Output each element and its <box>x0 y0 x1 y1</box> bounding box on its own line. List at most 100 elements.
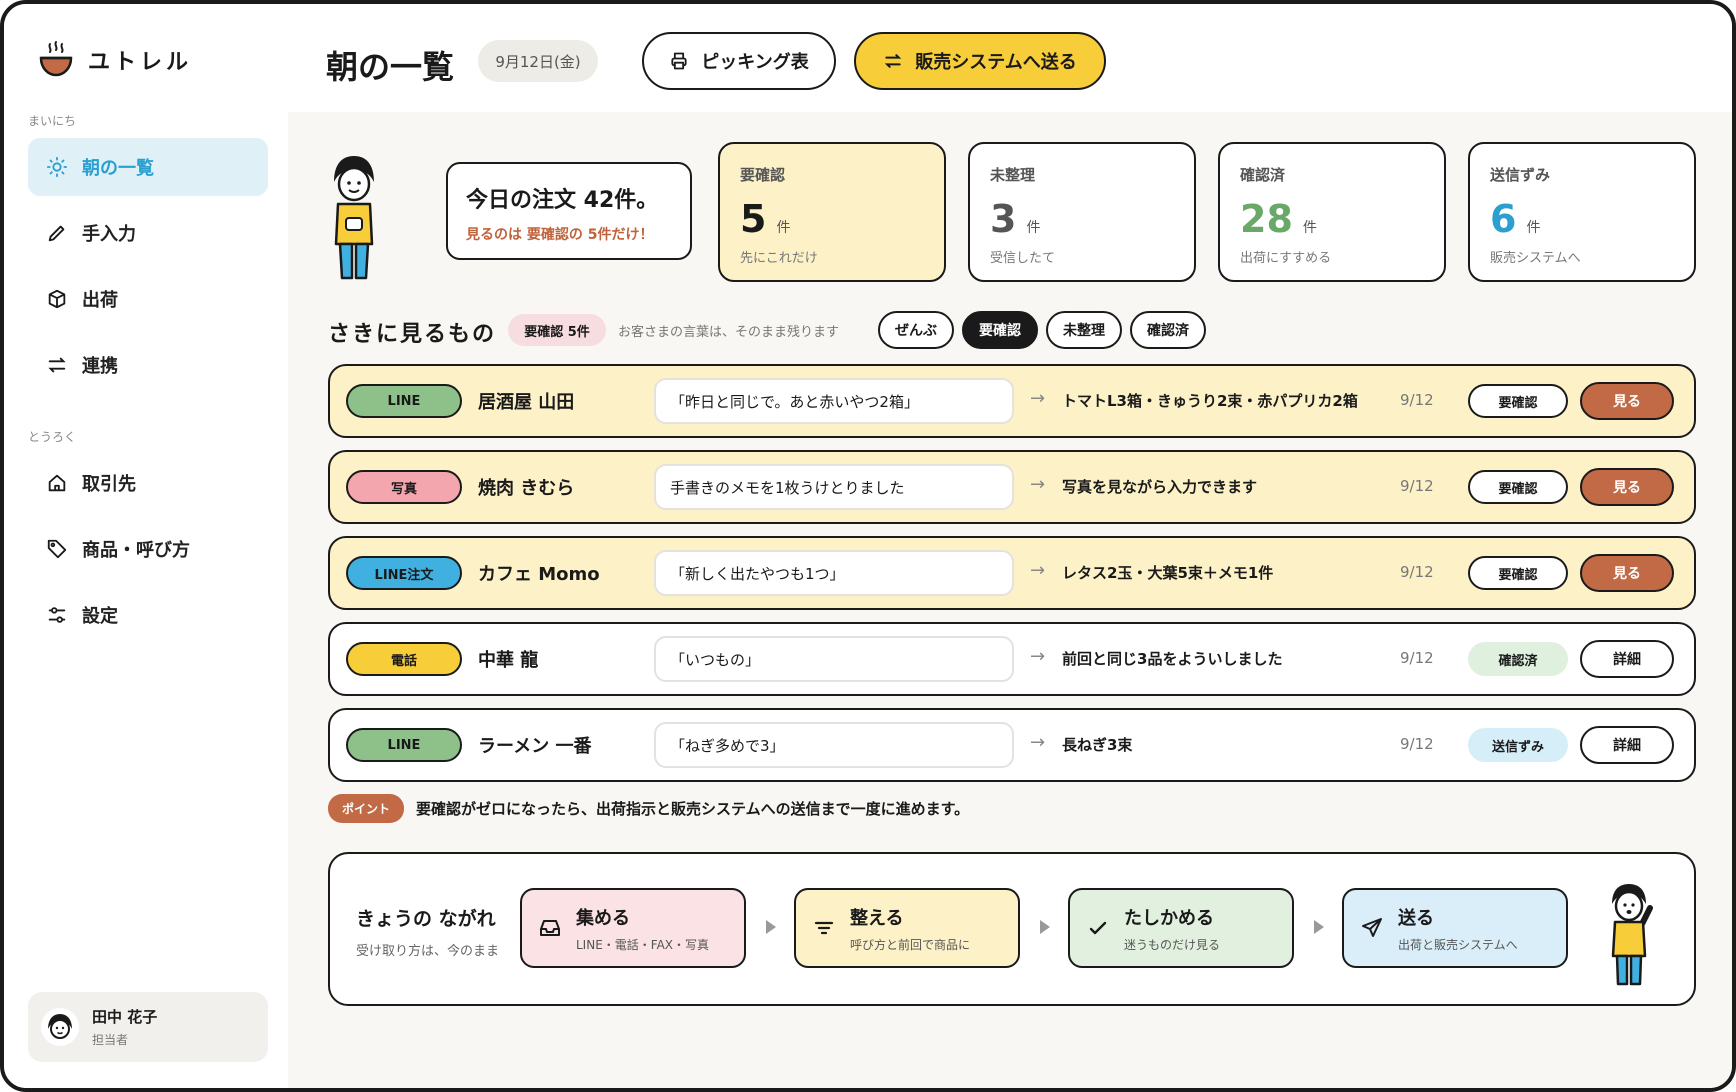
stat-caption: 販売システムへ <box>1490 251 1581 266</box>
status-badge: 確認済 <box>1468 642 1568 676</box>
daily-flow-panel: きょうの ながれ 受け取り方は、今のまま 集める LINE・電話・FAX・写真 整… <box>328 852 1696 1006</box>
main-content: 今日の注文 42件。 見るのは 要確認の 5件だけ！ 要確認 5件 先にこれだけ… <box>288 112 1732 1088</box>
user-name: 田中 花子 <box>92 1008 158 1026</box>
source-badge: 電話 <box>346 642 462 676</box>
order-result: 写真を見ながら入力できます <box>1062 478 1258 496</box>
view-button[interactable]: 見る <box>1580 554 1674 592</box>
swap-icon <box>885 54 902 68</box>
stat-card-unsorted[interactable]: 未整理 3件 受信したて <box>968 142 1196 282</box>
picking-list-label: ピッキング表 <box>701 52 809 73</box>
sidebar-item-settings[interactable]: 設定 <box>28 586 268 644</box>
order-date: 9/12 <box>1400 649 1434 667</box>
source-badge: LINE <box>346 728 462 762</box>
sidebar-item-label: 設定 <box>82 606 118 627</box>
app-logo[interactable]: ユトレル <box>38 40 192 80</box>
step-title: たしかめる <box>1124 907 1214 929</box>
stat-unit: 件 <box>776 220 791 236</box>
stat-value: 3 <box>990 197 1017 241</box>
sidebar-item-label: 商品・呼び方 <box>82 540 190 561</box>
view-button[interactable]: 見る <box>1580 382 1674 420</box>
user-card[interactable]: 田中 花子 担当者 <box>28 992 268 1062</box>
flow-step-send[interactable]: 送る 出荷と販売システムへ <box>1342 888 1568 968</box>
inbox-icon <box>540 920 560 936</box>
filter-all[interactable]: ぜんぶ <box>878 311 954 349</box>
send-button-label: 販売システムへ送る <box>915 52 1077 73</box>
sidebar-item-manual-input[interactable]: 手入力 <box>28 204 268 262</box>
bowl-icon <box>39 41 73 77</box>
order-row[interactable]: 電話 中華 龍 「いつもの」 → 前回と同じ3品をよういしました 9/12 確認… <box>328 622 1696 696</box>
home-icon <box>48 474 66 492</box>
stat-unit: 件 <box>1302 220 1317 236</box>
stat-unit: 件 <box>1526 220 1541 236</box>
flow-title: きょうの ながれ <box>356 908 496 930</box>
section-label-daily: まいにち <box>28 114 77 128</box>
order-row[interactable]: 写真 焼肉 きむら 手書きのメモを1枚うけとりました → 写真を見ながら入力でき… <box>328 450 1696 524</box>
view-button[interactable]: 見る <box>1580 468 1674 506</box>
tip-tag: ポイント <box>328 794 405 823</box>
arrow-right-icon: → <box>1030 388 1046 409</box>
stat-card-sent[interactable]: 送信ずみ 6件 販売システムへ <box>1468 142 1696 282</box>
source-badge: LINE注文 <box>346 556 462 590</box>
order-row[interactable]: LINE注文 カフェ Momo 「新しく出たやつも1つ」 → レタス2玉・大葉5… <box>328 536 1696 610</box>
sidebar-item-integration[interactable]: 連携 <box>28 336 268 394</box>
arrow-right-icon: → <box>1030 474 1046 495</box>
detail-button[interactable]: 詳細 <box>1580 640 1674 678</box>
detail-button[interactable]: 詳細 <box>1580 726 1674 764</box>
arrow-right-icon: → <box>1030 560 1046 581</box>
arrow-right-icon: → <box>1030 732 1046 753</box>
stat-card-confirmed[interactable]: 確認済 28 件 出荷にすすめる <box>1218 142 1446 282</box>
send-icon <box>1362 918 1382 937</box>
box-icon <box>48 289 66 309</box>
step-title: 集める <box>576 907 630 929</box>
arrow-right-icon: → <box>1030 646 1046 667</box>
filter-unsorted[interactable]: 未整理 <box>1046 311 1122 349</box>
order-result: レタス2玉・大葉5束＋メモ1件 <box>1062 564 1274 582</box>
filter-needs-check[interactable]: 要確認 <box>962 311 1038 349</box>
filter-confirmed[interactable]: 確認済 <box>1130 311 1206 349</box>
step-sub: 迷うものだけ見る <box>1124 937 1221 952</box>
order-row[interactable]: LINE ラーメン 一番 「ねぎ多めで3」 → 長ねぎ3束 9/12 送信ずみ … <box>328 708 1696 782</box>
stat-caption: 受信したて <box>990 251 1056 266</box>
printer-icon <box>671 52 687 70</box>
flow-subtitle: 受け取り方は、今のまま <box>356 944 500 959</box>
sidebar-item-clients[interactable]: 取引先 <box>28 454 268 512</box>
section-title: さきに見るもの <box>328 322 497 347</box>
flow-step-arrange[interactable]: 整える 呼び方と前回で商品に <box>794 888 1020 968</box>
sun-icon <box>46 156 68 178</box>
customer-quote: 「昨日と同じで。あと赤いやつ2箱」 <box>654 378 1014 424</box>
app-name: ユトレル <box>88 50 193 75</box>
sidebar-item-morning-list[interactable]: 朝の一覧 <box>28 138 268 196</box>
customer-name: 居酒屋 山田 <box>478 392 575 413</box>
order-date: 9/12 <box>1400 391 1434 409</box>
send-to-sales-system-button[interactable]: 販売システムへ送る <box>854 32 1106 90</box>
stat-label: 送信ずみ <box>1490 166 1551 184</box>
summary-bubble: 今日の注文 42件。 見るのは 要確認の 5件だけ！ <box>446 162 692 260</box>
sidebar-item-shipping[interactable]: 出荷 <box>28 270 268 328</box>
order-result: トマトL3箱・きゅうり2束・赤パプリカ2箱 <box>1062 392 1358 410</box>
picking-list-button[interactable]: ピッキング表 <box>642 32 836 90</box>
customer-quote: 「ねぎ多めで3」 <box>654 722 1014 768</box>
date-chip: 9月12日(金) <box>478 40 598 82</box>
user-role: 担当者 <box>92 1033 129 1047</box>
app-window: ユトレル まいにち 朝の一覧 手入力 出荷 連携 とうろく 取引先 商品・呼び方 <box>0 0 1736 1092</box>
sidebar: ユトレル まいにち 朝の一覧 手入力 出荷 連携 とうろく 取引先 商品・呼び方 <box>4 4 284 1088</box>
stat-label: 未整理 <box>990 166 1036 184</box>
step-sub: LINE・電話・FAX・写真 <box>576 937 710 952</box>
sidebar-item-label: 手入力 <box>82 224 136 245</box>
stat-card-needs-check[interactable]: 要確認 5件 先にこれだけ <box>718 142 946 282</box>
status-badge: 要確認 <box>1468 556 1568 590</box>
flow-step-verify[interactable]: たしかめる迷うものだけ見る <box>1068 888 1294 968</box>
check-icon <box>1089 921 1107 935</box>
order-result: 前回と同じ3品をよういしました <box>1062 650 1283 668</box>
flow-arrow-icon <box>1314 920 1324 934</box>
flow-step-collect[interactable]: 集める LINE・電話・FAX・写真 <box>520 888 746 968</box>
customer-quote: 「新しく出たやつも1つ」 <box>654 550 1014 596</box>
sidebar-item-label: 出荷 <box>82 290 118 311</box>
customer-name: 中華 龍 <box>478 650 539 671</box>
page-title: 朝の一覧 <box>326 48 455 86</box>
avatar <box>41 1008 79 1046</box>
stat-value: 5 <box>740 197 767 241</box>
sidebar-item-products[interactable]: 商品・呼び方 <box>28 520 268 578</box>
order-row[interactable]: LINE 居酒屋 山田 「昨日と同じで。あと赤いやつ2箱」 → トマトL3箱・き… <box>328 364 1696 438</box>
step-title: 送る <box>1398 907 1434 929</box>
